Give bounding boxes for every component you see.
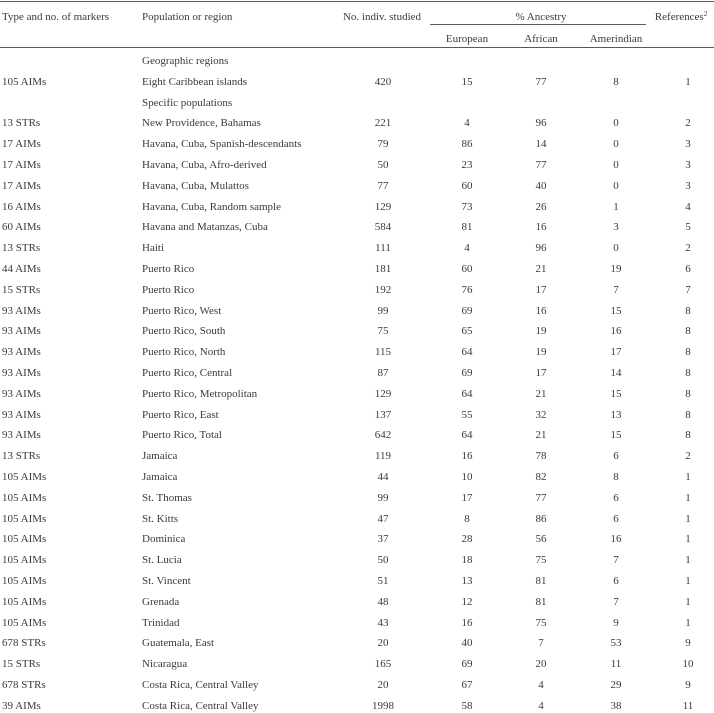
cell-type: 678 STRs (2, 679, 46, 691)
cell-population: Costa Rica, Central Valley (142, 699, 259, 712)
header-ancestry-label: % Ancestry (515, 11, 567, 23)
cell-type: 16 AIMs (2, 200, 41, 213)
cell-population: Havana and Matanzas, Cuba (142, 221, 268, 234)
cell-type: 105 AIMs (2, 75, 47, 88)
cell-type: 17 AIMs (2, 138, 41, 151)
cell-population: Havana, Cuba, Mulattos (142, 179, 249, 192)
cell-population: Havana, Cuba, Random sample (142, 200, 281, 213)
cell-type: 15 STRs (2, 658, 41, 671)
cell-population: Guatemala, East (142, 637, 215, 650)
cell-type: 93 AIMs (2, 387, 41, 400)
cell-population: Puerto Rico, Total (142, 429, 222, 442)
cell-population: Costa Rica, Central Valley (142, 679, 259, 691)
table-top-rule (0, 1, 714, 2)
ancestry-table: Type and no. of markers Population or re… (0, 0, 714, 712)
cell-population: Haiti (142, 242, 164, 255)
cell-type: 15 STRs (2, 283, 41, 296)
cell-population: Puerto Rico, North (142, 346, 226, 359)
cell-type: 13 STRs (2, 242, 41, 255)
header-references-footnote: 2 (703, 10, 708, 18)
cell-population: St. Lucia (142, 554, 182, 567)
cell-type: 105 AIMs (2, 512, 47, 525)
cell-population: Puerto Rico (142, 283, 195, 296)
cell-population: Jamaica (142, 471, 178, 483)
cell-population: Puerto Rico, East (142, 408, 219, 421)
ancestry-span-rule (430, 24, 646, 25)
cell-type: 60 AIMs (2, 221, 41, 234)
cell-population: Puerto Rico, Metropolitan (142, 387, 258, 400)
header-population: Population or region (142, 11, 233, 23)
cell-type: 39 AIMs (2, 699, 41, 712)
cell-population: Puerto Rico (142, 263, 195, 275)
cell-population: Jamaica (142, 450, 178, 463)
cell-population: St. Kitts (142, 512, 179, 525)
cell-type: 105 AIMs (2, 595, 47, 608)
cell-type: 44 AIMs (2, 263, 41, 275)
cell-population: Dominica (142, 533, 186, 546)
cell-population: Puerto Rico, West (142, 304, 222, 317)
cell-type: 17 AIMs (2, 159, 41, 171)
cell-population: Eight Caribbean islands (142, 75, 248, 88)
cell-population: Grenada (142, 595, 180, 608)
cell-type: 105 AIMs (2, 554, 47, 567)
cell-type: 105 AIMs (2, 491, 47, 504)
header-bottom-rule (0, 47, 714, 48)
cell-population: Specific populations (142, 96, 233, 109)
cell-population: St. Thomas (142, 491, 192, 504)
cell-type: 105 AIMs (2, 575, 47, 587)
cell-type: 93 AIMs (2, 429, 41, 442)
cell-population: Havana, Cuba, Afro-derived (142, 159, 267, 171)
cell-type: 93 AIMs (2, 304, 41, 317)
cell-type: 13 STRs (2, 450, 41, 463)
header-type: Type and no. of markers (2, 11, 110, 23)
cell-population: St. Vincent (142, 575, 191, 587)
cell-type: 93 AIMs (2, 408, 41, 421)
cell-type: 93 AIMs (2, 346, 41, 359)
cell-type: 105 AIMs (2, 533, 47, 546)
cell-type: 17 AIMs (2, 179, 41, 192)
cell-population: Puerto Rico, South (142, 325, 226, 338)
cell-population: Geographic regions (142, 55, 229, 67)
cell-type: 678 STRs (2, 637, 46, 650)
cell-type: 105 AIMs (2, 616, 47, 629)
cell-population: Trinidad (142, 616, 180, 629)
cell-type: 13 STRs (2, 117, 41, 130)
cell-population: Nicaragua (142, 658, 188, 671)
cell-type: 93 AIMs (2, 325, 41, 338)
cell-population: Havana, Cuba, Spanish-descendants (142, 138, 302, 151)
header-references-label: References (654, 11, 704, 23)
cell-type: 105 AIMs (2, 471, 47, 483)
cell-type: 93 AIMs (2, 367, 41, 379)
header-n-label: No. indiv. studied (342, 11, 422, 23)
cell-population: Puerto Rico, Central (142, 367, 233, 379)
cell-population: New Providence, Bahamas (142, 117, 261, 130)
